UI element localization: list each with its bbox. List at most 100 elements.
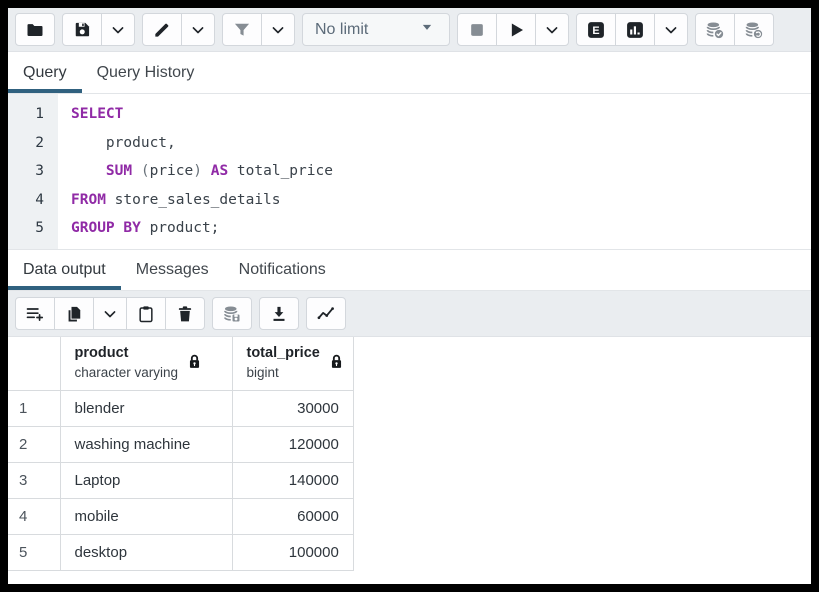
- results-grid: productcharacter varyingtotal_pricebigin…: [8, 337, 354, 571]
- tab-query[interactable]: Query: [8, 52, 82, 93]
- sql-keyword: SUM: [106, 163, 132, 179]
- results-toolbar: [8, 291, 811, 337]
- edit-options-dropdown[interactable]: [181, 13, 215, 46]
- stop-icon: [467, 20, 487, 40]
- lock-icon: [188, 354, 201, 373]
- column-header-product[interactable]: productcharacter varying: [60, 337, 232, 390]
- db-commit-icon: [705, 20, 725, 40]
- paste-button[interactable]: [126, 297, 166, 330]
- save-results-to-file-button[interactable]: [259, 297, 299, 330]
- filter-options-dropdown[interactable]: [261, 13, 295, 46]
- tab-notifications[interactable]: Notifications: [224, 250, 341, 290]
- sql-line[interactable]: product,: [71, 129, 811, 158]
- sql-code-area[interactable]: SELECT product, SUM (price) AS total_pri…: [58, 94, 811, 249]
- chevron-down-icon: [661, 20, 681, 40]
- copy-button[interactable]: [54, 297, 94, 330]
- row-limit-value: No limit: [315, 21, 368, 39]
- row-number-cell[interactable]: 3: [8, 462, 60, 498]
- column-name: total_price: [247, 344, 320, 364]
- add-row-icon: [25, 304, 45, 324]
- tab-messages[interactable]: Messages: [121, 250, 224, 290]
- play-icon: [506, 20, 526, 40]
- caret-down-icon: [417, 17, 437, 42]
- toolbar-button-group: [62, 13, 135, 46]
- save-options-dropdown[interactable]: [101, 13, 135, 46]
- graph-visualiser-button[interactable]: [306, 297, 346, 330]
- save-data-changes-button[interactable]: [212, 297, 252, 330]
- explain-options-dropdown[interactable]: [654, 13, 688, 46]
- execute-script-button[interactable]: [496, 13, 536, 46]
- filter-icon: [232, 20, 252, 40]
- toolbar-button-group: [457, 13, 569, 46]
- rollback-button[interactable]: [734, 13, 774, 46]
- sql-line[interactable]: FROM store_sales_details: [71, 186, 811, 215]
- copy-icon: [64, 304, 84, 324]
- sql-keyword: GROUP BY: [71, 220, 141, 236]
- sql-text: ): [193, 163, 202, 179]
- db-rollback-icon: [744, 20, 764, 40]
- grid-corner-cell[interactable]: [8, 337, 60, 390]
- cell-product[interactable]: mobile: [60, 498, 232, 534]
- tab-query-history[interactable]: Query History: [82, 52, 210, 93]
- table-row: 3Laptop140000: [8, 462, 353, 498]
- chevron-down-icon: [100, 304, 120, 324]
- tab-data-output[interactable]: Data output: [8, 250, 121, 290]
- paste-icon: [136, 304, 156, 324]
- data-output-panel: productcharacter varyingtotal_pricebigin…: [8, 337, 811, 584]
- explain-analyze-button[interactable]: [615, 13, 655, 46]
- table-row: 4mobile60000: [8, 498, 353, 534]
- pgadmin-query-tool: No limit E QueryQuery History 12345 SELEC…: [8, 8, 811, 584]
- chevron-down-icon: [542, 20, 562, 40]
- row-number-cell[interactable]: 2: [8, 426, 60, 462]
- row-number-cell[interactable]: 1: [8, 390, 60, 426]
- save-file-button[interactable]: [62, 13, 102, 46]
- cell-total-price[interactable]: 100000: [232, 534, 353, 570]
- delete-rows-button[interactable]: [165, 297, 205, 330]
- open-file-button[interactable]: [15, 13, 55, 46]
- folder-icon: [25, 20, 45, 40]
- toolbar-button-group: [142, 13, 215, 46]
- filter-button[interactable]: [222, 13, 262, 46]
- cell-total-price[interactable]: 30000: [232, 390, 353, 426]
- svg-text:E: E: [592, 24, 599, 36]
- sql-text: product,: [71, 135, 176, 151]
- sql-line[interactable]: SELECT: [71, 100, 811, 129]
- execute-options-dropdown[interactable]: [535, 13, 569, 46]
- commit-button[interactable]: [695, 13, 735, 46]
- sql-text: price: [150, 163, 194, 179]
- toolbar-button-group: [15, 297, 205, 330]
- copy-options-dropdown[interactable]: [93, 297, 127, 330]
- graph-icon: [316, 304, 336, 324]
- table-row: 2washing machine120000: [8, 426, 353, 462]
- cancel-query-button[interactable]: [457, 13, 497, 46]
- toolbar-button-group: [15, 13, 55, 46]
- cell-product[interactable]: blender: [60, 390, 232, 426]
- sql-line[interactable]: SUM (price) AS total_price: [71, 157, 811, 186]
- cell-product[interactable]: washing machine: [60, 426, 232, 462]
- line-number-gutter: 12345: [8, 94, 58, 249]
- sql-line[interactable]: GROUP BY product;: [71, 214, 811, 243]
- sql-text: product;: [141, 220, 220, 236]
- add-row-button[interactable]: [15, 297, 55, 330]
- query-tab-bar: QueryQuery History: [8, 52, 811, 94]
- sql-editor[interactable]: 12345 SELECT product, SUM (price) AS tot…: [8, 94, 811, 250]
- row-number-cell[interactable]: 5: [8, 534, 60, 570]
- chevron-down-icon: [268, 20, 288, 40]
- sql-text: [71, 163, 106, 179]
- cell-product[interactable]: Laptop: [60, 462, 232, 498]
- trash-icon: [175, 304, 195, 324]
- cell-total-price[interactable]: 60000: [232, 498, 353, 534]
- cell-total-price[interactable]: 140000: [232, 462, 353, 498]
- toolbar-button-group: [306, 297, 346, 330]
- sql-text: store_sales_details: [106, 192, 281, 208]
- cell-total-price[interactable]: 120000: [232, 426, 353, 462]
- cell-product[interactable]: desktop: [60, 534, 232, 570]
- row-number-cell[interactable]: 4: [8, 498, 60, 534]
- row-limit-select[interactable]: No limit: [302, 13, 450, 46]
- edit-options-button[interactable]: [142, 13, 182, 46]
- screenshot-frame: No limit E QueryQuery History 12345 SELEC…: [0, 0, 819, 592]
- toolbar-button-group: [212, 297, 252, 330]
- toolbar-button-group: [695, 13, 774, 46]
- column-header-total_price[interactable]: total_pricebigint: [232, 337, 353, 390]
- explain-button[interactable]: E: [576, 13, 616, 46]
